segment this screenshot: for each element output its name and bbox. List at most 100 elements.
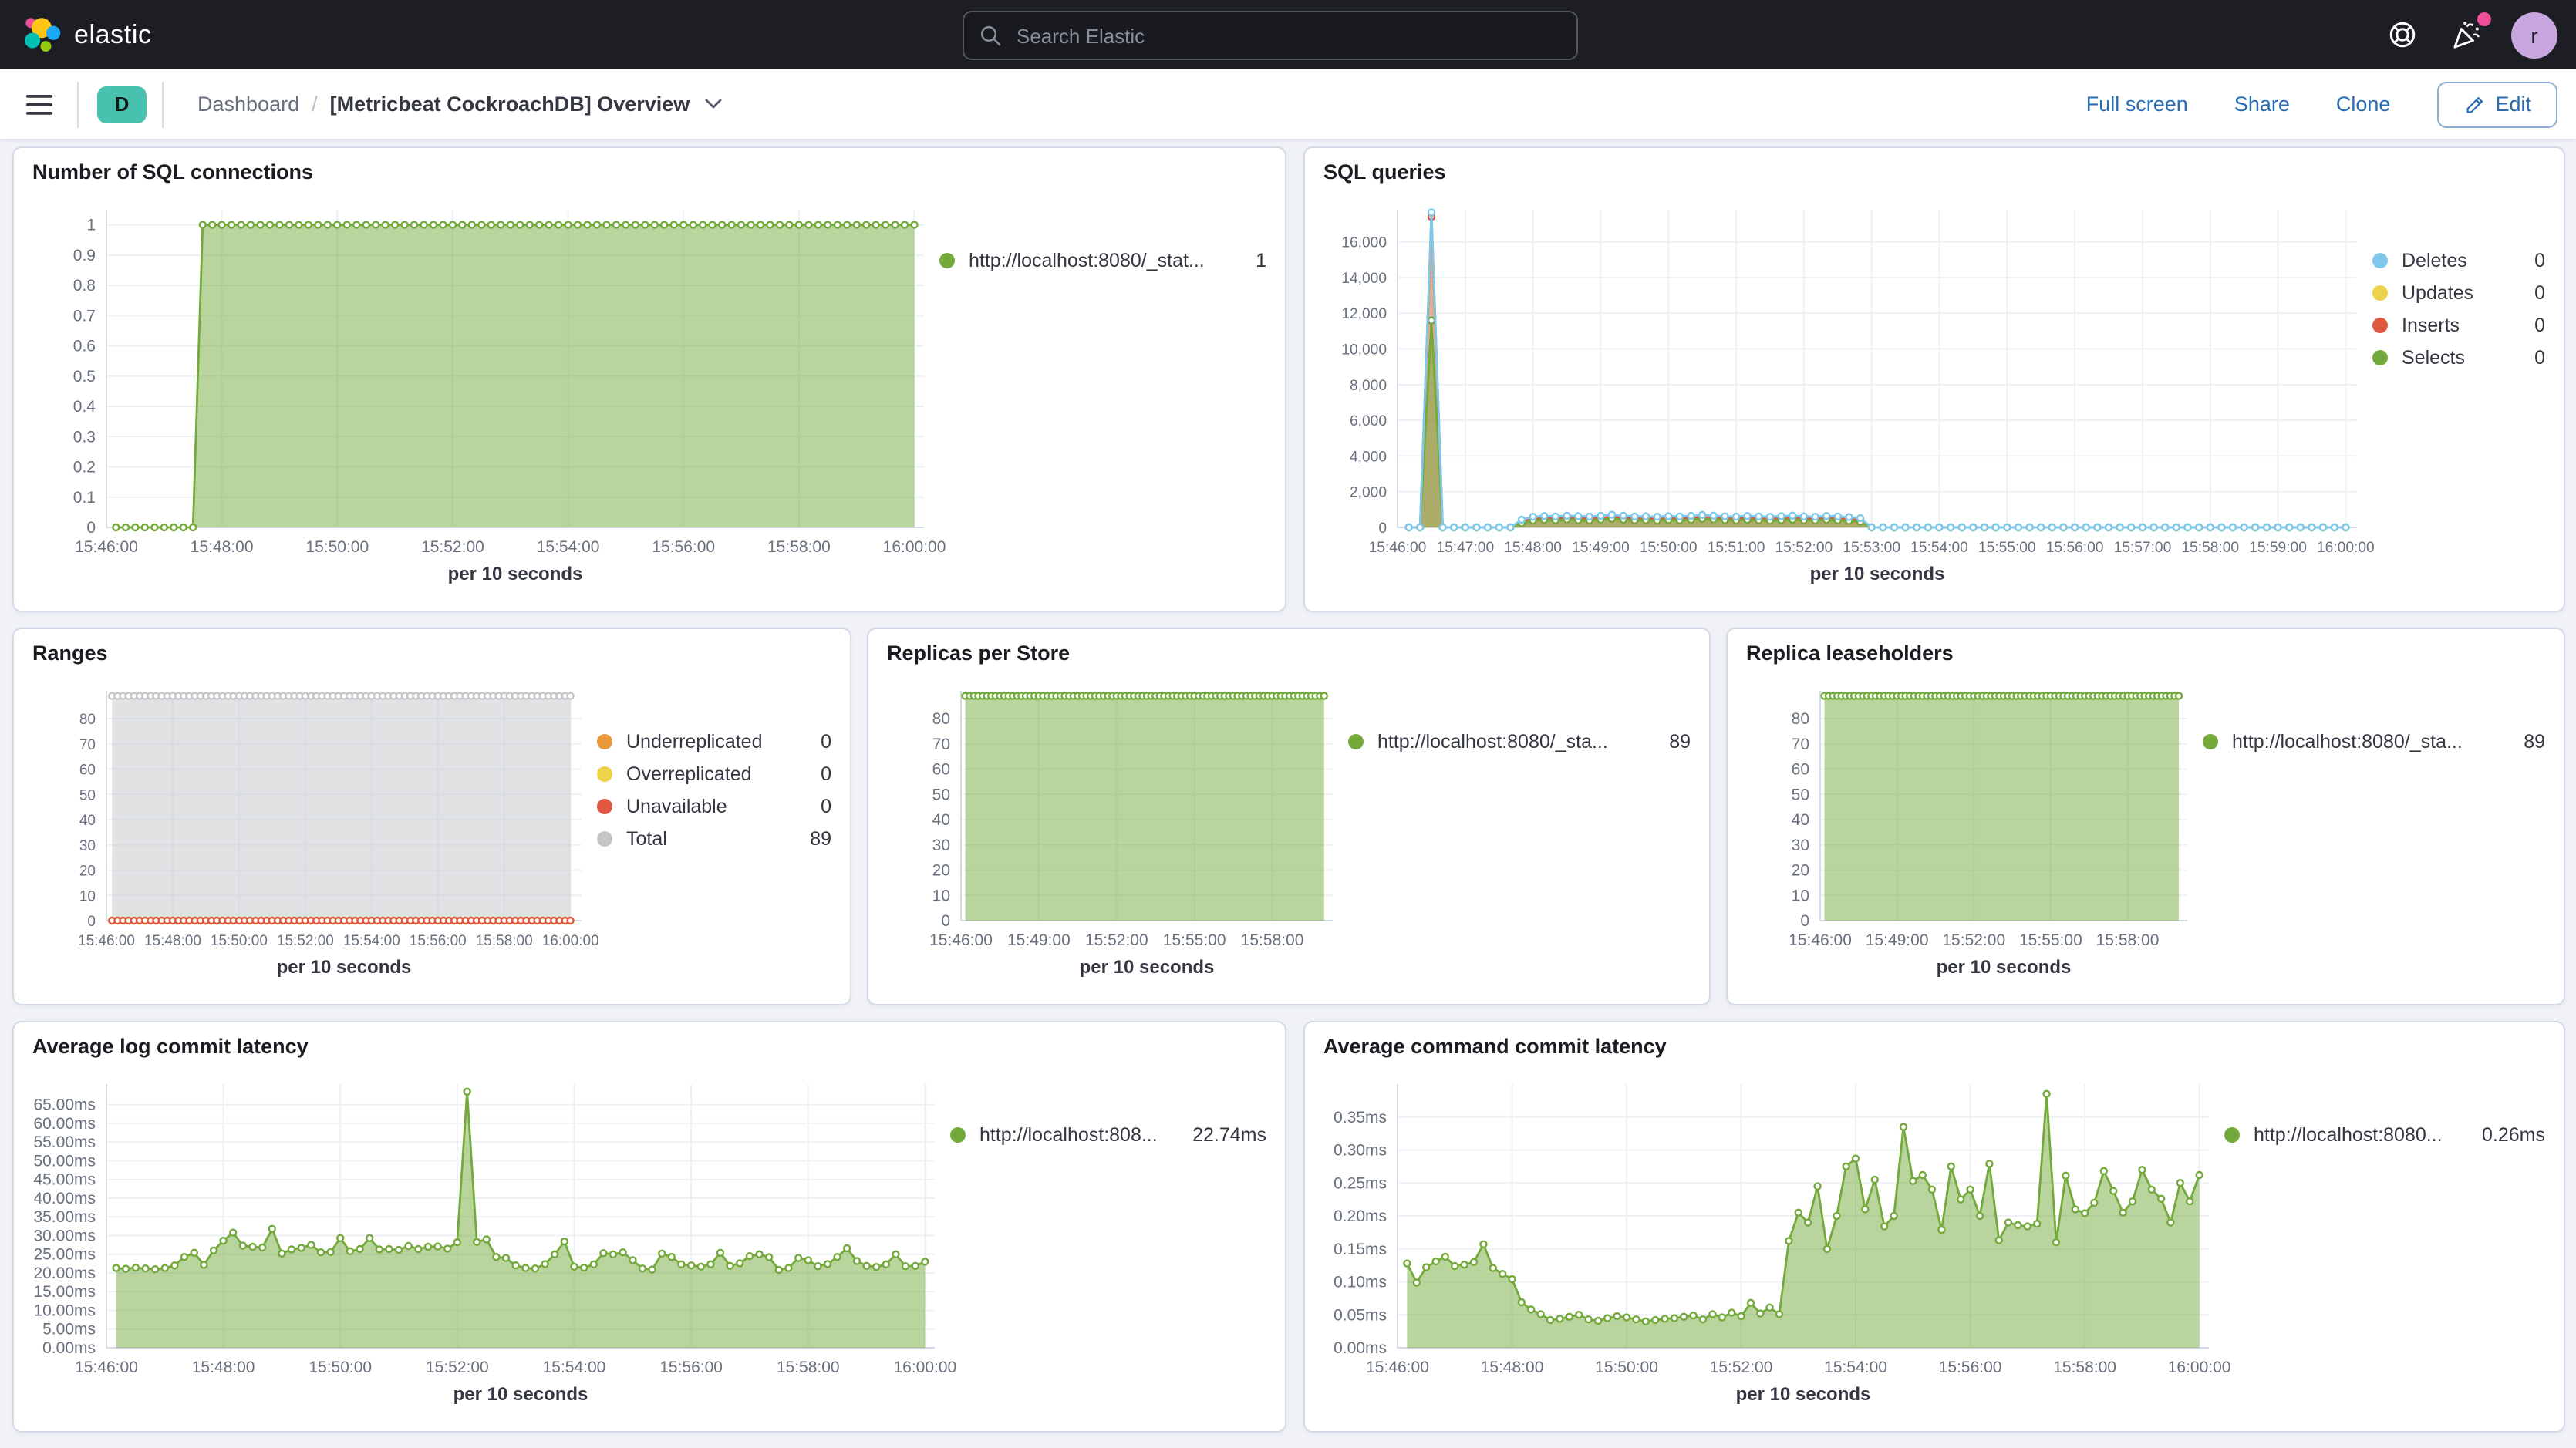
breadcrumb-dashboard-link[interactable]: Dashboard (197, 93, 299, 116)
svg-text:15:52:00: 15:52:00 (1085, 931, 1148, 949)
svg-text:15:54:00: 15:54:00 (537, 538, 600, 556)
svg-text:15:49:00: 15:49:00 (1866, 931, 1929, 949)
legend-item-http-localhost-8080-stat-[interactable]: http://localhost:8080/_stat...1 (939, 250, 1266, 271)
legend-item-underreplicated[interactable]: Underreplicated0 (597, 731, 831, 753)
search-bar[interactable] (963, 11, 1578, 60)
toolbar-separator (162, 81, 164, 127)
panel-sql-queries[interactable]: SQL queries 02,0004,0006,0008,00010,0001… (1303, 146, 2565, 612)
chart-legend: Underreplicated0Overreplicated0Unavailab… (597, 669, 831, 992)
svg-text:30: 30 (79, 838, 96, 854)
legend-label: http://localhost:8080... (2254, 1124, 2443, 1146)
svg-text:20: 20 (1792, 862, 1809, 880)
svg-text:15:58:00: 15:58:00 (2053, 1359, 2116, 1376)
svg-text:15:46:00: 15:46:00 (1369, 540, 1427, 556)
svg-text:70: 70 (1792, 736, 1809, 753)
svg-text:0.30ms: 0.30ms (1334, 1142, 1387, 1160)
full-screen-button[interactable]: Full screen (2086, 93, 2188, 116)
svg-text:8,000: 8,000 (1350, 378, 1387, 394)
chart-legend: http://localhost:8080/_sta...89 (1348, 669, 1691, 992)
legend-item-http-localhost-808-[interactable]: http://localhost:808...22.74ms (950, 1124, 1266, 1146)
svg-text:15:46:00: 15:46:00 (1789, 931, 1852, 949)
whats-new-button[interactable] (2446, 15, 2487, 55)
legend-item-deletes[interactable]: Deletes0 (2372, 250, 2545, 271)
legend-value: 0.26ms (2466, 1124, 2545, 1146)
svg-text:15:48:00: 15:48:00 (191, 538, 254, 556)
svg-text:80: 80 (932, 710, 950, 728)
share-button[interactable]: Share (2234, 93, 2290, 116)
menu-button[interactable] (15, 81, 62, 127)
panel-avg-log-commit-latency[interactable]: Average log commit latency 0.00ms5.00ms1… (12, 1021, 1286, 1433)
svg-text:55.00ms: 55.00ms (33, 1133, 96, 1151)
elastic-logo[interactable]: elastic (0, 15, 152, 55)
legend-item-inserts[interactable]: Inserts0 (2372, 315, 2545, 336)
pencil-icon (2463, 93, 2484, 115)
legend-item-total[interactable]: Total89 (597, 828, 831, 850)
legend-item-http-localhost-8080-sta-[interactable]: http://localhost:8080/_sta...89 (2203, 731, 2545, 753)
svg-text:10: 10 (1792, 887, 1809, 904)
legend-item-overreplicated[interactable]: Overreplicated0 (597, 763, 831, 785)
legend-item-http-localhost-8080-sta-[interactable]: http://localhost:8080/_sta...89 (1348, 731, 1691, 753)
legend-value: 0 (2519, 250, 2545, 271)
legend-value: 0 (2519, 282, 2545, 304)
title-caret-button[interactable] (705, 99, 722, 109)
svg-text:0.35ms: 0.35ms (1334, 1109, 1387, 1126)
svg-text:10: 10 (932, 887, 950, 904)
svg-text:16,000: 16,000 (1341, 235, 1387, 251)
header-right-actions: r (2382, 0, 2576, 69)
svg-text:12,000: 12,000 (1341, 306, 1387, 322)
global-header: elastic (0, 0, 2576, 69)
panel-avg-command-commit-latency[interactable]: Average command commit latency 0.00ms0.0… (1303, 1021, 2565, 1433)
svg-text:25.00ms: 25.00ms (33, 1246, 96, 1264)
chart-sql-queries: 02,0004,0006,0008,00010,00012,00014,0001… (1320, 188, 2372, 598)
breadcrumb-separator: / (312, 93, 318, 116)
svg-text:4,000: 4,000 (1350, 449, 1387, 465)
dashboard-toolbar: D Dashboard / [Metricbeat CockroachDB] O… (0, 69, 2576, 139)
svg-text:15:48:00: 15:48:00 (144, 933, 201, 949)
hamburger-icon (25, 93, 52, 115)
legend-label: Underreplicated (626, 731, 763, 753)
series-color-dot (2372, 285, 2388, 301)
clone-button[interactable]: Clone (2336, 93, 2391, 116)
legend-label: Unavailable (626, 796, 727, 817)
svg-text:15:48:00: 15:48:00 (192, 1359, 255, 1376)
svg-text:35.00ms: 35.00ms (33, 1208, 96, 1226)
panel-number-of-sql-connections[interactable]: Number of SQL connections 00.10.20.30.40… (12, 146, 1286, 612)
svg-text:40.00ms: 40.00ms (33, 1190, 96, 1207)
svg-text:15:58:00: 15:58:00 (2181, 540, 2239, 556)
user-avatar[interactable]: r (2511, 12, 2557, 58)
help-button[interactable] (2382, 15, 2422, 55)
svg-text:16:00:00: 16:00:00 (2317, 540, 2375, 556)
svg-text:15:56:00: 15:56:00 (652, 538, 715, 556)
legend-label: Overreplicated (626, 763, 752, 785)
svg-text:10,000: 10,000 (1341, 342, 1387, 359)
toolbar-separator (77, 81, 79, 127)
svg-text:15:46:00: 15:46:00 (75, 1359, 138, 1376)
legend-item-selects[interactable]: Selects0 (2372, 347, 2545, 369)
legend-value: 1 (1240, 250, 1266, 271)
edit-button-label: Edit (2495, 93, 2531, 116)
legend-value: 0 (805, 796, 831, 817)
svg-text:15:55:00: 15:55:00 (2019, 931, 2082, 949)
chart-replica-leaseholders: 0102030405060708015:46:0015:49:0015:52:0… (1743, 669, 2203, 992)
legend-item-unavailable[interactable]: Unavailable 0 (597, 796, 831, 817)
panel-replicas-per-store[interactable]: Replicas per Store 0102030405060708015:4… (867, 628, 1711, 1005)
space-badge[interactable]: D (97, 86, 147, 123)
panel-title: Replicas per Store (887, 641, 1070, 665)
panel-ranges[interactable]: Ranges 0102030405060708015:46:0015:48:00… (12, 628, 851, 1005)
svg-text:15:46:00: 15:46:00 (1366, 1359, 1429, 1376)
svg-text:per 10 seconds: per 10 seconds (277, 957, 412, 978)
panel-replica-leaseholders[interactable]: Replica leaseholders 0102030405060708015… (1726, 628, 2565, 1005)
search-input[interactable] (1013, 22, 1529, 49)
edit-button[interactable]: Edit (2436, 81, 2557, 127)
elastic-logo-icon (22, 15, 62, 55)
svg-text:0: 0 (941, 912, 950, 930)
legend-label: http://localhost:8080/_sta... (2232, 731, 2463, 753)
svg-text:15:52:00: 15:52:00 (277, 933, 334, 949)
svg-text:15:59:00: 15:59:00 (2249, 540, 2307, 556)
svg-text:0.00ms: 0.00ms (1334, 1339, 1387, 1357)
legend-item-updates[interactable]: Updates0 (2372, 282, 2545, 304)
svg-text:15:58:00: 15:58:00 (2096, 931, 2160, 949)
svg-text:per 10 seconds: per 10 seconds (1080, 957, 1215, 978)
svg-text:50: 50 (932, 786, 950, 803)
legend-item-http-localhost-8080-[interactable]: http://localhost:8080... 0.26ms (2224, 1124, 2545, 1146)
